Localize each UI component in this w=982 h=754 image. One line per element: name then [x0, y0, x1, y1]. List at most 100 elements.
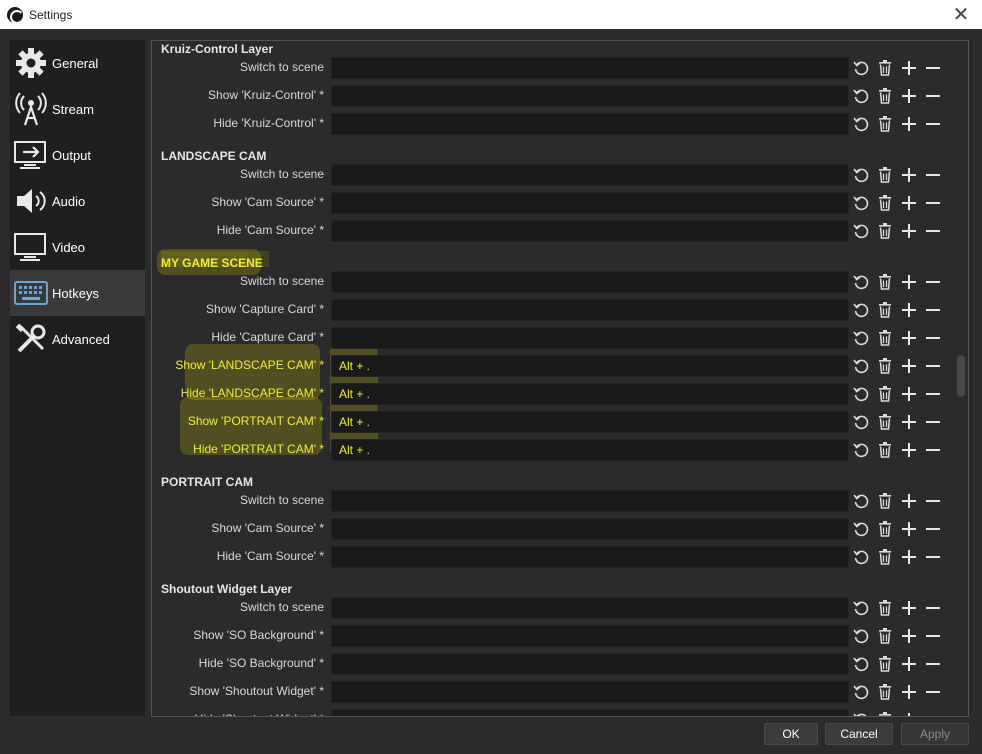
trash-icon[interactable]: [876, 520, 894, 538]
revert-icon[interactable]: [852, 329, 870, 347]
minus-icon[interactable]: [924, 115, 942, 133]
plus-icon[interactable]: [900, 413, 918, 431]
trash-icon[interactable]: [876, 329, 894, 347]
hotkey-input[interactable]: [331, 518, 849, 540]
revert-icon[interactable]: [852, 711, 870, 716]
sidebar-item-output[interactable]: Output: [10, 132, 145, 178]
plus-icon[interactable]: [900, 683, 918, 701]
plus-icon[interactable]: [900, 711, 918, 716]
revert-icon[interactable]: [852, 194, 870, 212]
vertical-scrollbar[interactable]: [954, 41, 967, 716]
trash-icon[interactable]: [876, 627, 894, 645]
minus-icon[interactable]: [924, 329, 942, 347]
hotkey-input[interactable]: [331, 113, 849, 135]
hotkey-input[interactable]: [331, 709, 849, 716]
plus-icon[interactable]: [900, 655, 918, 673]
revert-icon[interactable]: [852, 222, 870, 240]
plus-icon[interactable]: [900, 222, 918, 240]
revert-icon[interactable]: [852, 627, 870, 645]
hotkey-input[interactable]: [331, 625, 849, 647]
revert-icon[interactable]: [852, 441, 870, 459]
hotkey-input[interactable]: [331, 327, 849, 349]
revert-icon[interactable]: [852, 59, 870, 77]
revert-icon[interactable]: [852, 301, 870, 319]
plus-icon[interactable]: [900, 329, 918, 347]
trash-icon[interactable]: [876, 115, 894, 133]
plus-icon[interactable]: [900, 59, 918, 77]
sidebar-item-hotkeys[interactable]: Hotkeys: [10, 270, 145, 316]
sidebar-item-video[interactable]: Video: [10, 224, 145, 270]
hotkey-input[interactable]: [331, 271, 849, 293]
revert-icon[interactable]: [852, 357, 870, 375]
trash-icon[interactable]: [876, 413, 894, 431]
trash-icon[interactable]: [876, 166, 894, 184]
trash-icon[interactable]: [876, 683, 894, 701]
minus-icon[interactable]: [924, 301, 942, 319]
revert-icon[interactable]: [852, 413, 870, 431]
trash-icon[interactable]: [876, 357, 894, 375]
trash-icon[interactable]: [876, 222, 894, 240]
hotkey-input[interactable]: [331, 546, 849, 568]
plus-icon[interactable]: [900, 441, 918, 459]
revert-icon[interactable]: [852, 599, 870, 617]
minus-icon[interactable]: [924, 357, 942, 375]
plus-icon[interactable]: [900, 627, 918, 645]
hotkey-input[interactable]: [331, 597, 849, 619]
minus-icon[interactable]: [924, 683, 942, 701]
hotkey-input[interactable]: [331, 57, 849, 79]
plus-icon[interactable]: [900, 194, 918, 212]
trash-icon[interactable]: [876, 87, 894, 105]
revert-icon[interactable]: [852, 385, 870, 403]
minus-icon[interactable]: [924, 548, 942, 566]
plus-icon[interactable]: [900, 87, 918, 105]
minus-icon[interactable]: [924, 599, 942, 617]
revert-icon[interactable]: [852, 115, 870, 133]
trash-icon[interactable]: [876, 655, 894, 673]
plus-icon[interactable]: [900, 548, 918, 566]
minus-icon[interactable]: [924, 441, 942, 459]
revert-icon[interactable]: [852, 548, 870, 566]
hotkey-input[interactable]: Alt + .: [331, 355, 849, 377]
trash-icon[interactable]: [876, 301, 894, 319]
close-icon[interactable]: ✕: [948, 2, 974, 26]
revert-icon[interactable]: [852, 655, 870, 673]
revert-icon[interactable]: [852, 87, 870, 105]
minus-icon[interactable]: [924, 385, 942, 403]
trash-icon[interactable]: [876, 385, 894, 403]
hotkey-input[interactable]: Alt + .: [331, 439, 849, 461]
minus-icon[interactable]: [924, 711, 942, 716]
trash-icon[interactable]: [876, 548, 894, 566]
minus-icon[interactable]: [924, 222, 942, 240]
minus-icon[interactable]: [924, 166, 942, 184]
hotkeys-list[interactable]: Kruiz-Control Layer Switch to scene Show '…: [152, 41, 954, 716]
trash-icon[interactable]: [876, 599, 894, 617]
revert-icon[interactable]: [852, 520, 870, 538]
hotkey-input[interactable]: [331, 299, 849, 321]
plus-icon[interactable]: [900, 301, 918, 319]
hotkey-input[interactable]: [331, 490, 849, 512]
minus-icon[interactable]: [924, 655, 942, 673]
trash-icon[interactable]: [876, 711, 894, 716]
minus-icon[interactable]: [924, 492, 942, 510]
revert-icon[interactable]: [852, 683, 870, 701]
apply-button[interactable]: Apply: [901, 723, 969, 745]
minus-icon[interactable]: [924, 59, 942, 77]
hotkey-input[interactable]: [331, 653, 849, 675]
trash-icon[interactable]: [876, 59, 894, 77]
scrollbar-thumb[interactable]: [957, 355, 965, 397]
hotkey-input[interactable]: [331, 192, 849, 214]
revert-icon[interactable]: [852, 273, 870, 291]
trash-icon[interactable]: [876, 273, 894, 291]
minus-icon[interactable]: [924, 194, 942, 212]
plus-icon[interactable]: [900, 385, 918, 403]
minus-icon[interactable]: [924, 520, 942, 538]
plus-icon[interactable]: [900, 492, 918, 510]
sidebar-item-audio[interactable]: Audio: [10, 178, 145, 224]
hotkey-input[interactable]: Alt + .: [331, 411, 849, 433]
hotkey-input[interactable]: Alt + .: [331, 383, 849, 405]
plus-icon[interactable]: [900, 599, 918, 617]
trash-icon[interactable]: [876, 194, 894, 212]
hotkey-input[interactable]: [331, 85, 849, 107]
sidebar-item-stream[interactable]: Stream: [10, 86, 145, 132]
revert-icon[interactable]: [852, 492, 870, 510]
